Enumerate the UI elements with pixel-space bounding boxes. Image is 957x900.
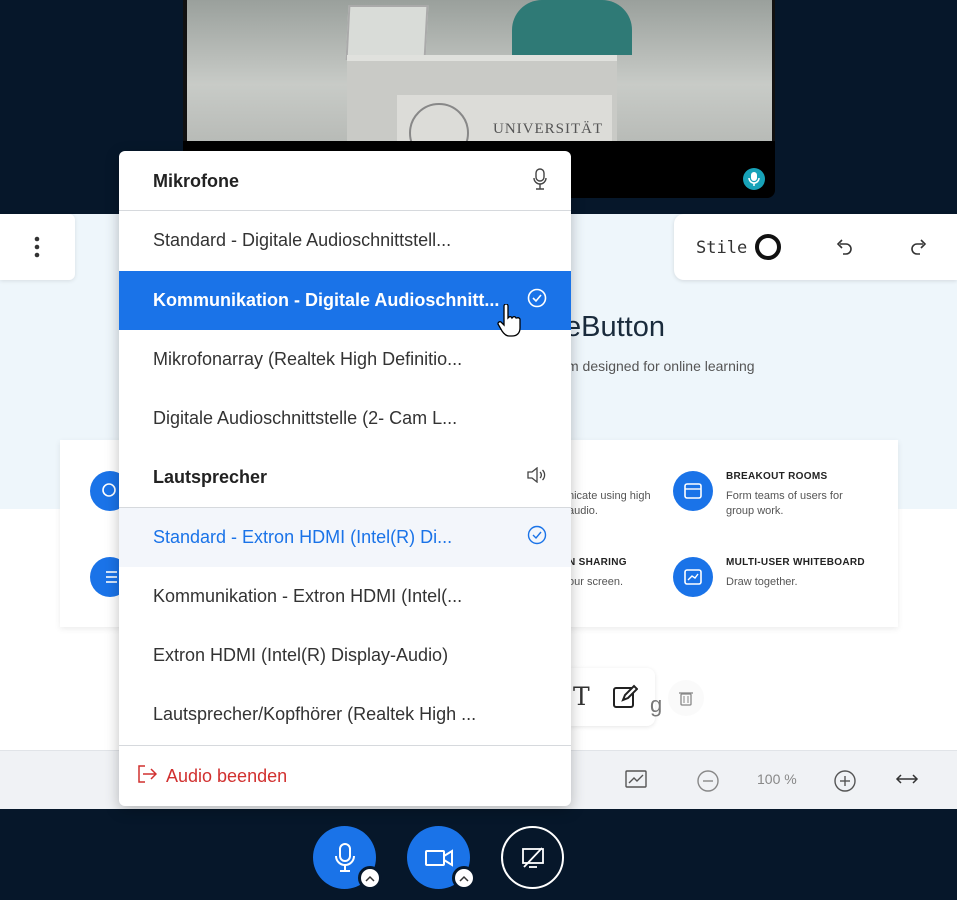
action-bar: [0, 809, 957, 900]
speakers-header: Lautsprecher: [119, 447, 571, 507]
check-circle-icon: [527, 525, 547, 550]
options-menu-button[interactable]: [0, 214, 75, 280]
speaking-mic-icon: [743, 168, 765, 190]
text-tool-icon[interactable]: T: [573, 682, 590, 711]
slide-title: eButton: [565, 311, 665, 343]
microphone-icon: [533, 167, 547, 195]
more-vertical-icon: [30, 236, 44, 265]
webcam-scene: UNIVERSITÄT: [187, 0, 772, 163]
feature-title-breakout: BREAKOUT ROOMS: [726, 471, 828, 482]
speaker-option[interactable]: Kommunikation - Extron HDMI (Intel(...: [119, 567, 571, 626]
feature-desc-breakout: Form teams of users for group work.: [726, 490, 843, 517]
presentation-toggle-icon[interactable]: [625, 770, 647, 793]
microphones-header: Mikrofone: [119, 151, 571, 211]
speaker-option[interactable]: Extron HDMI (Intel(R) Display-Audio): [119, 626, 571, 685]
feature-title-sharing: N SHARING: [568, 557, 627, 568]
microphone-option[interactable]: Standard - Digitale Audioschnittstell...: [119, 211, 571, 270]
audio-settings-caret-icon[interactable]: [358, 866, 382, 890]
undo-icon[interactable]: [836, 238, 852, 261]
zoom-out-icon[interactable]: [697, 770, 719, 797]
trash-icon[interactable]: [668, 680, 704, 716]
microphone-option-label: Digitale Audioschnittstelle (2- Cam L...: [153, 408, 458, 428]
feature-desc-whiteboard: Draw together.: [726, 576, 798, 588]
partial-tool-text: g: [650, 692, 663, 717]
microphone-option-label: Mikrofonarray (Realtek High Definitio...: [153, 349, 463, 369]
screenshare-button[interactable]: [501, 826, 564, 889]
style-label[interactable]: Stile: [696, 238, 747, 258]
presenter-image: [512, 0, 632, 55]
microphone-option-label: Kommunikation - Digitale Audioschnitt...: [153, 290, 500, 310]
redo-icon[interactable]: [911, 238, 927, 261]
hand-cursor-icon: [497, 303, 521, 343]
speaker-option-selected[interactable]: Standard - Extron HDMI (Intel(R) Di...: [119, 508, 571, 567]
speaker-option-label: Extron HDMI (Intel(R) Display-Audio): [153, 645, 449, 665]
audio-device-menu: Mikrofone Standard - Digitale Audioschni…: [119, 151, 571, 806]
feature-desc-audio: nicate using high audio.: [568, 490, 651, 517]
logout-icon: [137, 764, 158, 788]
video-settings-caret-icon[interactable]: [452, 866, 476, 890]
speaker-option-label: Standard - Extron HDMI (Intel(R) Di...: [153, 527, 453, 547]
style-color-circle[interactable]: [755, 234, 781, 260]
fit-width-icon[interactable]: [895, 772, 919, 791]
breakout-rooms-icon: [673, 471, 713, 511]
pencil-tool-icon[interactable]: [612, 684, 639, 715]
microphone-option[interactable]: Digitale Audioschnittstelle (2- Cam L...: [119, 389, 571, 448]
plaque-text: UNIVERSITÄT: [493, 121, 604, 137]
speakers-header-label: Lautsprecher: [153, 466, 268, 487]
feature-title-whiteboard: MULTI-USER WHITEBOARD: [726, 557, 865, 568]
microphone-option-label: Standard - Digitale Audioschnittstell...: [153, 230, 452, 250]
speaker-icon: [527, 466, 547, 488]
whiteboard-feature-icon: [673, 557, 713, 597]
slide-subtitle: m designed for online learning: [567, 358, 755, 374]
speaker-option-label: Kommunikation - Extron HDMI (Intel(...: [153, 586, 463, 606]
leave-audio-label: Audio beenden: [166, 765, 288, 786]
microphones-header-label: Mikrofone: [153, 170, 240, 191]
speaker-option-label: Lautsprecher/Kopfhörer (Realtek High ...: [153, 704, 477, 724]
zoom-in-icon[interactable]: [834, 770, 856, 797]
university-plaque: UNIVERSITÄT: [397, 95, 612, 163]
check-circle-icon: [527, 288, 547, 313]
feature-desc-sharing: our screen.: [568, 576, 624, 588]
speaker-option[interactable]: Lautsprecher/Kopfhörer (Realtek High ...: [119, 685, 571, 744]
leave-audio-button[interactable]: Audio beenden: [119, 746, 571, 806]
annotation-tools: T: [570, 668, 655, 726]
laptop-image: [345, 5, 429, 60]
zoom-level: 100 %: [757, 771, 797, 787]
style-panel: Stile: [674, 214, 957, 280]
